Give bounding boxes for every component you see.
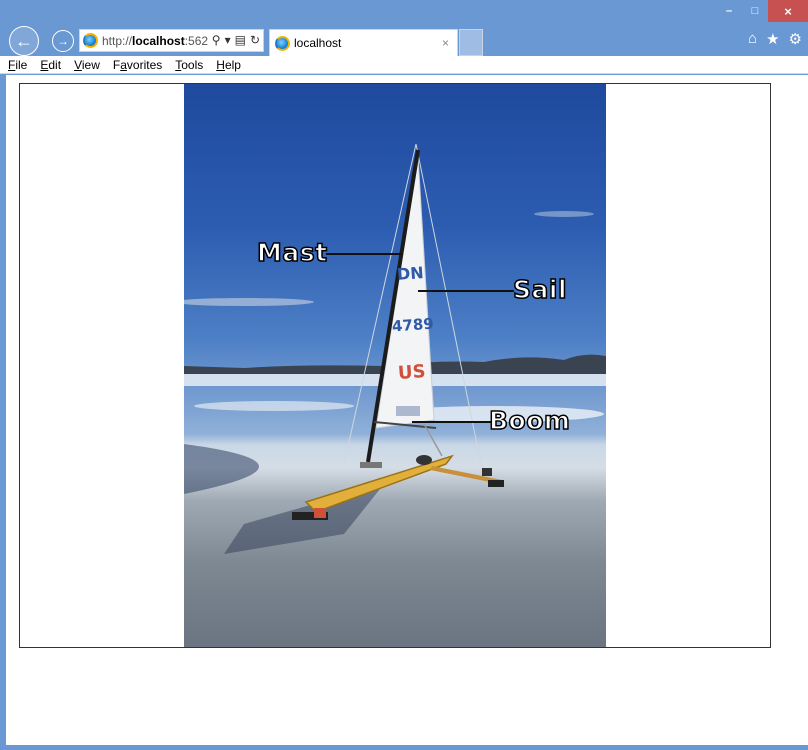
ie-favicon-icon [83,33,98,48]
search-icon[interactable]: ⚲ [212,33,221,47]
maximize-button[interactable]: □ [742,0,768,22]
menu-tools[interactable]: Tools [175,58,203,72]
tab-localhost[interactable]: localhost × [269,29,458,56]
forward-button[interactable]: → [52,30,74,52]
sail-number-us: US [397,361,427,384]
menu-bar: File Edit View Favorites Tools Help [0,56,808,74]
page-content: DN 4789 US Mast Sail Boom [6,75,808,745]
menu-file[interactable]: File [8,58,27,72]
tab-favicon-icon [275,35,290,51]
iceboat-illustration [184,143,606,554]
new-tab-button[interactable] [459,29,483,56]
figure-frame: DN 4789 US Mast Sail Boom [19,83,771,648]
forward-arrow-icon: → [57,34,69,48]
url-scheme: http:// [102,33,133,48]
sail-shape [375,155,435,429]
favorites-star-icon[interactable]: ★ [766,30,779,48]
iceboat-photo: DN 4789 US [184,84,606,647]
dropdown-icon[interactable]: ▾ [225,33,231,47]
mast-label: Mast [256,237,328,268]
sail-number-4789: 4789 [391,314,435,336]
url-host: localhost [132,33,185,48]
close-button[interactable]: × [768,0,808,22]
address-bar[interactable]: http:// localhost :562 ⚲ ▾ ▤ ↻ [79,29,264,52]
tab-close-icon[interactable]: × [442,36,449,50]
compatibility-view-icon[interactable]: ▤ [235,33,246,47]
refresh-icon[interactable]: ↻ [250,33,260,47]
menu-favorites[interactable]: Favorites [113,58,162,72]
menu-help[interactable]: Help [216,58,241,72]
minimize-button[interactable]: – [716,0,742,22]
sail-number-dn: DN [396,263,425,284]
tab-title: localhost [294,36,342,50]
menu-edit[interactable]: Edit [40,58,61,72]
address-tools: ⚲ ▾ ▤ ↻ [211,33,260,47]
sail-label: Sail [512,274,568,305]
window-controls: – □ × [716,0,808,24]
back-button[interactable]: ← [9,26,39,56]
boom-label: Boom [488,405,571,436]
url-port: :562 [184,33,209,48]
window-titlebar: – □ × ← → http:// localhost :562 ⚲ ▾ ▤ ↻… [0,0,808,56]
home-icon[interactable]: ⌂ [748,30,757,48]
browser-tools: ⌂ ★ ⚙ [748,30,802,48]
menu-view[interactable]: View [74,58,100,72]
tools-gear-icon[interactable]: ⚙ [789,30,802,48]
back-arrow-icon: ← [15,30,33,51]
